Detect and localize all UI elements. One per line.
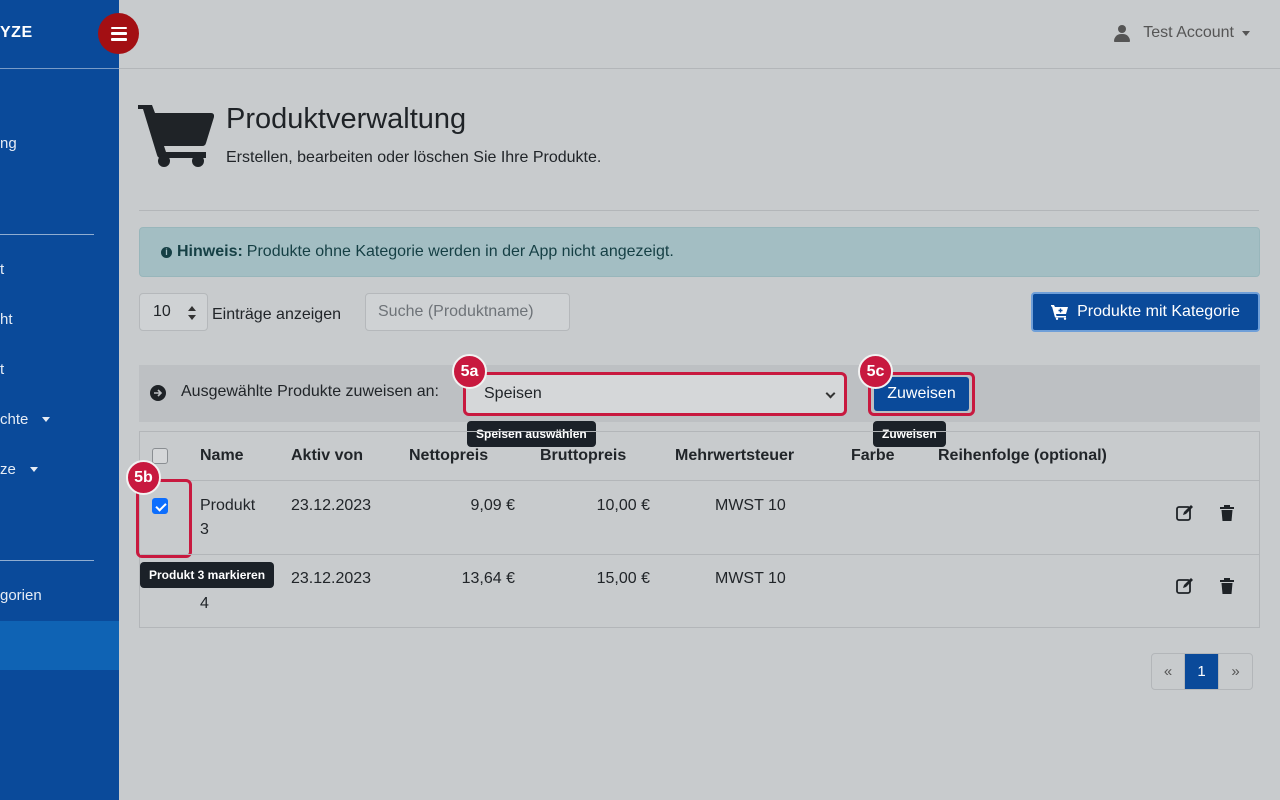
- cart-plus-icon: [1051, 305, 1069, 320]
- sidebar-item-5[interactable]: chte: [0, 411, 51, 428]
- sidebar-item-2[interactable]: t: [0, 261, 4, 278]
- cell-name: Produkt: [200, 497, 256, 514]
- alert-text: Produkte ohne Kategorie werden in der Ap…: [246, 243, 674, 260]
- cell-name: 3: [200, 521, 209, 538]
- sidebar: YZE ng t ht t chte ze gorien: [0, 0, 119, 800]
- column-header[interactable]: Reihenfolge (optional): [938, 447, 1107, 465]
- page-length-value: 10: [153, 303, 171, 320]
- table-divider: [140, 554, 1259, 555]
- page-length-select[interactable]: 10: [139, 293, 208, 331]
- page-length-label: Einträge anzeigen: [212, 306, 341, 323]
- cell-net: 9,09 €: [470, 497, 515, 514]
- pagination-prev[interactable]: «: [1152, 654, 1185, 689]
- sidebar-item-label: ng: [0, 135, 17, 152]
- sidebar-divider: [0, 560, 94, 561]
- edit-icon[interactable]: [1175, 503, 1195, 523]
- step-badge-5a: 5a: [452, 354, 487, 389]
- sidebar-divider: [0, 234, 94, 235]
- pagination-next[interactable]: »: [1219, 654, 1252, 689]
- category-select-value: Speisen: [484, 385, 542, 402]
- step-badge-5b: 5b: [126, 460, 161, 495]
- hamburger-icon: [110, 26, 127, 41]
- sidebar-item-label: t: [0, 361, 5, 378]
- sidebar-item-4[interactable]: t: [0, 361, 4, 378]
- chevron-down-icon: [1242, 30, 1250, 36]
- column-header[interactable]: Name: [200, 447, 244, 465]
- chevron-down-icon: [29, 467, 38, 472]
- pagination: « 1 »: [1151, 653, 1253, 690]
- column-header[interactable]: Nettopreis: [409, 447, 488, 465]
- topbar-divider: [119, 68, 1280, 69]
- button-label: Produkte mit Kategorie: [1077, 303, 1240, 320]
- trash-icon[interactable]: [1217, 576, 1237, 596]
- account-menu[interactable]: Test Account: [1114, 24, 1250, 42]
- menu-toggle-button[interactable]: [98, 13, 139, 54]
- assign-label: Ausgewählte Produkte zuweisen an:: [181, 383, 439, 400]
- sidebar-divider: [0, 68, 119, 69]
- column-header[interactable]: Farbe: [851, 447, 895, 465]
- cell-net: 13,64 €: [461, 570, 515, 587]
- column-header[interactable]: Bruttopreis: [540, 447, 626, 465]
- sidebar-item-label: ze: [0, 461, 16, 478]
- cell-active-from: 23.12.2023: [291, 570, 372, 587]
- chevron-down-icon: [825, 388, 836, 399]
- cell-vat: MWST 10: [715, 570, 786, 587]
- sidebar-item-7[interactable]: gorien: [0, 587, 42, 604]
- page-subtitle: Erstellen, bearbeiten oder löschen Sie I…: [226, 149, 602, 166]
- cell-gross: 15,00 €: [596, 570, 650, 587]
- info-alert: i Hinweis: Produkte ohne Kategorie werde…: [139, 227, 1260, 277]
- header-divider: [139, 210, 1259, 211]
- shopping-cart-icon: [138, 105, 214, 167]
- alert-strong: Hinweis:: [177, 243, 243, 260]
- sidebar-item-label: gorien: [0, 587, 42, 604]
- cell-vat: MWST 10: [715, 497, 786, 514]
- category-select[interactable]: Speisen: [463, 372, 847, 416]
- cell-gross: 10,00 €: [596, 497, 650, 514]
- search-input[interactable]: [365, 293, 570, 331]
- table-divider: [140, 480, 1259, 481]
- edit-icon[interactable]: [1175, 576, 1195, 596]
- step-badge-5c: 5c: [858, 354, 893, 389]
- brand-logo: YZE: [0, 24, 33, 41]
- sidebar-item-label: t: [0, 261, 5, 278]
- user-icon: [1114, 24, 1131, 42]
- column-header[interactable]: Mehrwertsteuer: [675, 447, 794, 465]
- sidebar-item-3[interactable]: ht: [0, 311, 13, 328]
- account-name: Test Account: [1143, 24, 1234, 41]
- trash-icon[interactable]: [1217, 503, 1237, 523]
- column-header[interactable]: Aktiv von: [291, 447, 363, 465]
- sidebar-item-label: chte: [0, 411, 29, 428]
- sidebar-item-1[interactable]: ng: [0, 135, 17, 152]
- chevron-down-icon: [42, 417, 51, 422]
- info-icon: i: [161, 246, 172, 258]
- page-title: Produktverwaltung: [226, 103, 467, 135]
- sidebar-item-6[interactable]: ze: [0, 461, 38, 478]
- cell-active-from: 23.12.2023: [291, 497, 372, 514]
- select-all-checkbox[interactable]: [152, 448, 168, 464]
- select-arrows-icon: [188, 306, 196, 320]
- row-checkbox[interactable]: [152, 498, 168, 514]
- cell-name: 4: [200, 595, 209, 612]
- tooltip-checkbox: Produkt 3 markieren: [140, 562, 275, 588]
- sidebar-item-active[interactable]: [0, 621, 119, 670]
- arrow-right-circle-icon: [150, 385, 166, 401]
- sidebar-item-label: ht: [0, 311, 13, 328]
- pagination-page[interactable]: 1: [1185, 654, 1219, 689]
- products-with-category-button[interactable]: Produkte mit Kategorie: [1031, 292, 1260, 332]
